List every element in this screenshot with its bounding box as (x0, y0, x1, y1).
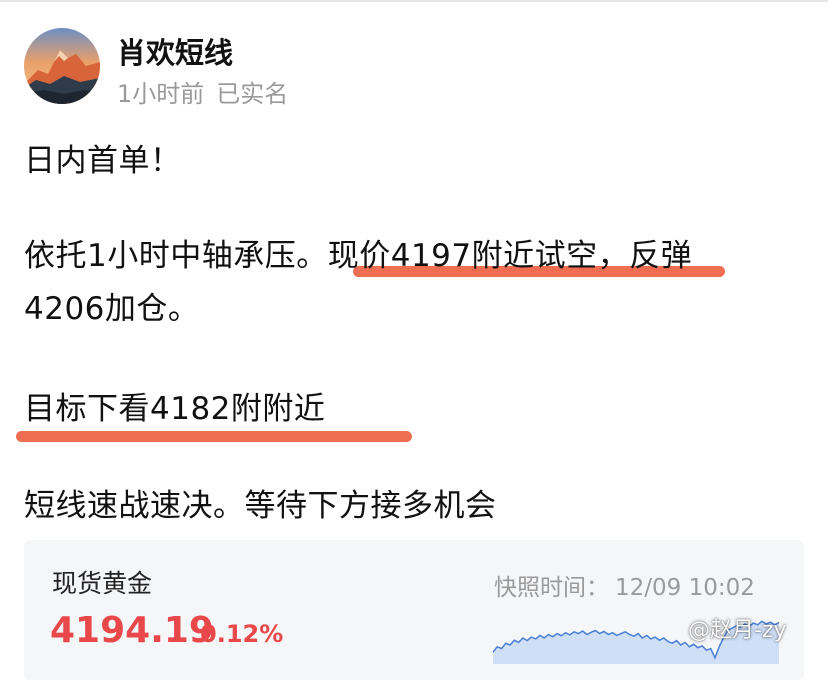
quote-price: 4194.19 (50, 610, 214, 651)
verified-label: 已实名 (216, 80, 289, 108)
top-divider (0, 0, 828, 2)
snapshot-label: 快照时间： (494, 575, 609, 601)
post-line-1: 日内首单！ (24, 143, 182, 179)
quote-change: 0.12% (200, 620, 284, 648)
post-line-2: 依托1小时中轴承压。现价4197附近试空，反弹 (24, 238, 693, 274)
watermark: @赵月-zy (688, 618, 787, 643)
author-name[interactable]: 肖欢短线 (117, 30, 233, 72)
underline-highlight-2 (16, 431, 412, 442)
snapshot-time: 快照时间： 12/09 10:02 (494, 568, 755, 602)
post-time: 1小时前 (117, 80, 205, 108)
author-avatar[interactable] (24, 28, 100, 104)
post-line-3: 4206加仓。 (24, 291, 200, 327)
post-line-5: 短线速战速决。等待下方接多机会 (24, 488, 497, 524)
quote-name: 现货黄金 (52, 569, 153, 598)
post-line-4: 目标下看4182附附近 (24, 391, 326, 427)
post-meta: 1小时前 已实名 (117, 74, 288, 109)
snapshot-value: 12/09 10:02 (615, 575, 755, 601)
quote-card[interactable]: 现货黄金 4194.19 0.12% 快照时间： 12/09 10:02 (24, 540, 804, 680)
mountain-sunset-image (24, 28, 100, 104)
